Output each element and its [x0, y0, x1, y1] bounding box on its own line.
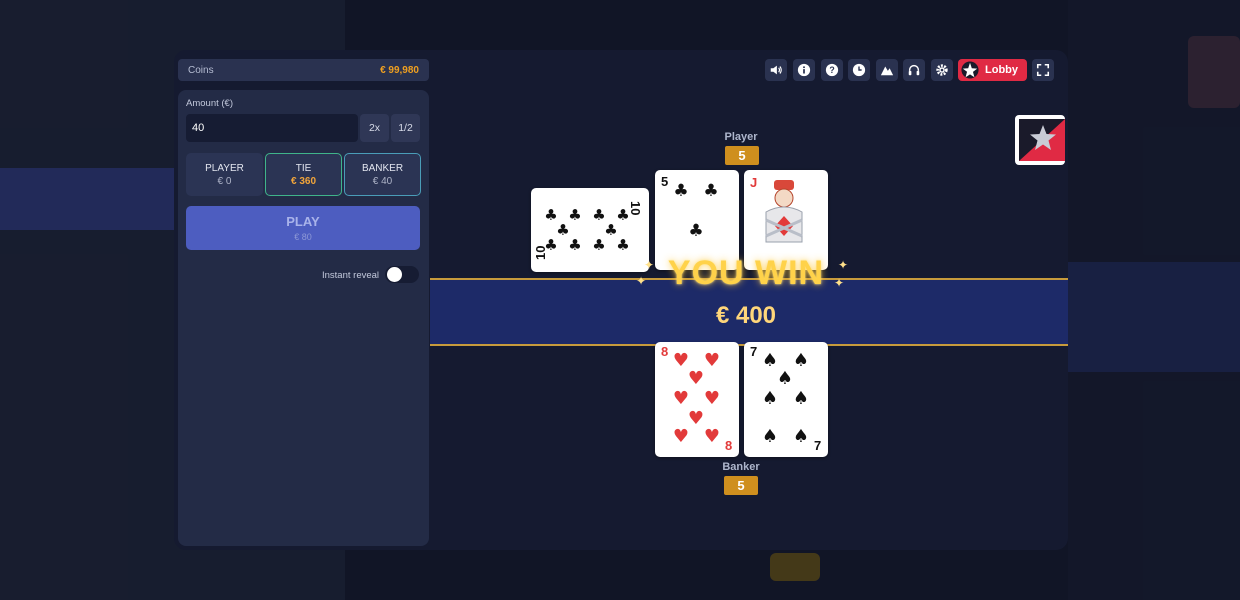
- svg-text:7: 7: [814, 438, 821, 453]
- svg-text:♥: ♥: [688, 368, 704, 389]
- svg-text:♠: ♠: [777, 368, 793, 389]
- svg-text:♥: ♥: [704, 350, 720, 371]
- svg-text:♥: ♥: [704, 388, 720, 409]
- amount-label: Amount (€): [186, 98, 233, 109]
- svg-text:♠: ♠: [793, 350, 809, 371]
- bet-tie-value: € 360: [290, 175, 317, 187]
- svg-text:8: 8: [725, 438, 732, 453]
- svg-text:♠: ♠: [793, 388, 809, 409]
- banker-card-7-spades: 7 7 ♠ ♠ ♠ ♠ ♠ ♠ ♠: [744, 342, 828, 457]
- svg-text:J: J: [750, 175, 757, 190]
- sparkle: ✦: [834, 276, 845, 290]
- coins-balance: € 99,980: [380, 64, 419, 76]
- player-card-10-clubs: 10 10 ♣ ♣ ♣ ♣ ♣ ♣ ♣ ♣ ♣ ♣: [531, 188, 649, 272]
- sparkle: ✦: [644, 258, 655, 272]
- game-window: Coins € 99,980 Amount (€) 40 2x 1/2 PLAY…: [174, 50, 1068, 550]
- fullscreen-icon[interactable]: [1032, 59, 1054, 81]
- play-button[interactable]: PLAY € 80: [186, 206, 420, 250]
- svg-text:♥: ♥: [704, 426, 720, 447]
- lobby-label: Lobby: [985, 64, 1018, 76]
- svg-text:♣: ♣: [544, 236, 557, 254]
- svg-text:♣: ♣: [673, 181, 688, 201]
- svg-text:♥: ♥: [673, 426, 689, 447]
- toggle-knob: [387, 267, 402, 282]
- bet-tie-label: TIE: [295, 162, 312, 174]
- volume-icon[interactable]: [765, 59, 787, 81]
- banker-score: 5: [724, 476, 758, 495]
- sparkle: ✦: [636, 274, 647, 288]
- svg-text:♣: ♣: [568, 236, 581, 254]
- svg-text:♠: ♠: [762, 350, 778, 371]
- svg-text:10: 10: [628, 201, 643, 215]
- bet-banker-label: BANKER: [361, 162, 404, 174]
- svg-text:♣: ♣: [688, 221, 703, 241]
- bet-panel: Amount (€) 40 2x 1/2 PLAYER € 0 TIE € 36…: [178, 90, 429, 546]
- play-total: € 80: [294, 232, 312, 242]
- bet-tie-button[interactable]: TIE € 360: [265, 153, 342, 196]
- bet-player-label: PLAYER: [205, 162, 244, 174]
- sparkle: ✦: [838, 258, 849, 272]
- svg-text:♥: ♥: [673, 350, 689, 371]
- coins-bar: Coins € 99,980: [178, 59, 429, 81]
- svg-text:5: 5: [661, 174, 668, 189]
- svg-text:♣: ♣: [616, 236, 629, 254]
- coins-label: Coins: [188, 64, 214, 76]
- amount-input[interactable]: 40: [186, 114, 358, 142]
- bet-player-button[interactable]: PLAYER € 0: [186, 153, 263, 196]
- half-amount-button[interactable]: 1/2: [391, 114, 420, 142]
- double-amount-button[interactable]: 2x: [360, 114, 389, 142]
- banker-card-8-hearts: 8 8 ♥ ♥ ♥ ♥ ♥ ♥ ♥ ♥: [655, 342, 739, 457]
- brand-logo: [1015, 115, 1065, 165]
- svg-text:♣: ♣: [568, 206, 581, 224]
- svg-text:♥: ♥: [688, 408, 704, 429]
- svg-text:8: 8: [661, 344, 668, 359]
- win-amount: € 400: [715, 302, 777, 329]
- history-icon[interactable]: [848, 59, 870, 81]
- instant-reveal-label: Instant reveal: [322, 270, 380, 281]
- provably-fair-icon[interactable]: [876, 59, 898, 81]
- bet-banker-value: € 40: [372, 175, 393, 187]
- instant-reveal-toggle[interactable]: [385, 266, 419, 283]
- info-icon[interactable]: [793, 59, 815, 81]
- svg-text:♣: ♣: [616, 206, 629, 224]
- settings-icon[interactable]: [931, 59, 953, 81]
- lobby-button[interactable]: Lobby: [958, 59, 1027, 81]
- svg-text:♠: ♠: [793, 426, 809, 447]
- svg-text:♠: ♠: [762, 426, 778, 447]
- player-score: 5: [725, 146, 759, 165]
- svg-text:7: 7: [750, 344, 757, 359]
- bet-player-value: € 0: [217, 175, 232, 187]
- bet-banker-button[interactable]: BANKER € 40: [344, 153, 421, 196]
- svg-text:?: ?: [829, 65, 834, 75]
- svg-text:♠: ♠: [762, 388, 778, 409]
- win-title: YOU WIN: [667, 254, 825, 292]
- help-icon[interactable]: ?: [821, 59, 843, 81]
- svg-text:♥: ♥: [673, 388, 689, 409]
- play-label: PLAY: [286, 214, 320, 229]
- lobby-star-icon: [961, 61, 979, 79]
- svg-text:♣: ♣: [703, 181, 718, 201]
- support-icon[interactable]: [903, 59, 925, 81]
- player-label: Player: [724, 131, 758, 143]
- banker-label: Banker: [722, 461, 760, 473]
- svg-text:♣: ♣: [592, 236, 605, 254]
